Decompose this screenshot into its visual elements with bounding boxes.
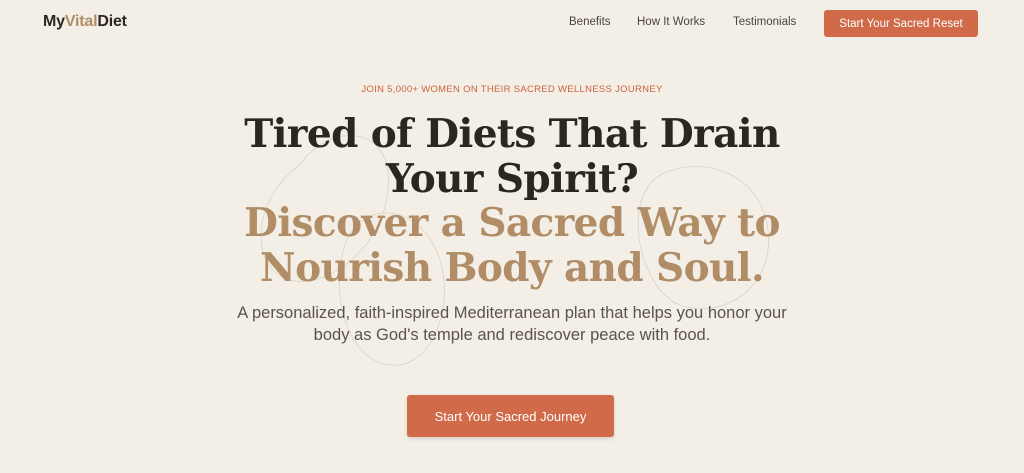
brand-name-part2: Vital (64, 13, 98, 30)
hero-subtext: A personalized, faith-inspired Mediterra… (237, 304, 787, 344)
nav-link-benefits[interactable]: Benefits (569, 16, 611, 28)
brand-name-part1: My (43, 13, 65, 30)
nav-link-testimonials[interactable]: Testimonials (733, 16, 796, 28)
hero-cta-button[interactable]: Start Your Sacred Journey (407, 395, 614, 437)
hero-headline-text: Tired of Diets That Drain Your Spirit? (244, 111, 780, 202)
brand-name-part3: Diet (97, 13, 127, 30)
top-navigation: MyVitalDiet Benefits How It Works Testim… (0, 0, 1024, 46)
hero-headline-accent: Discover a Sacred Way to Nourish Body an… (0, 201, 1024, 291)
hero-eyebrow: JOIN 5,000+ WOMEN ON THEIR SACRED WELLNE… (361, 84, 663, 95)
brand-logo[interactable]: MyVitalDiet (43, 13, 127, 31)
hero-headline: Tired of Diets That Drain Your Spirit? (0, 112, 1024, 202)
nav-cta-button[interactable]: Start Your Sacred Reset (824, 10, 978, 37)
nav-link-how-it-works[interactable]: How It Works (637, 16, 705, 28)
hero-headline-accent-text: Discover a Sacred Way to Nourish Body an… (244, 200, 780, 291)
